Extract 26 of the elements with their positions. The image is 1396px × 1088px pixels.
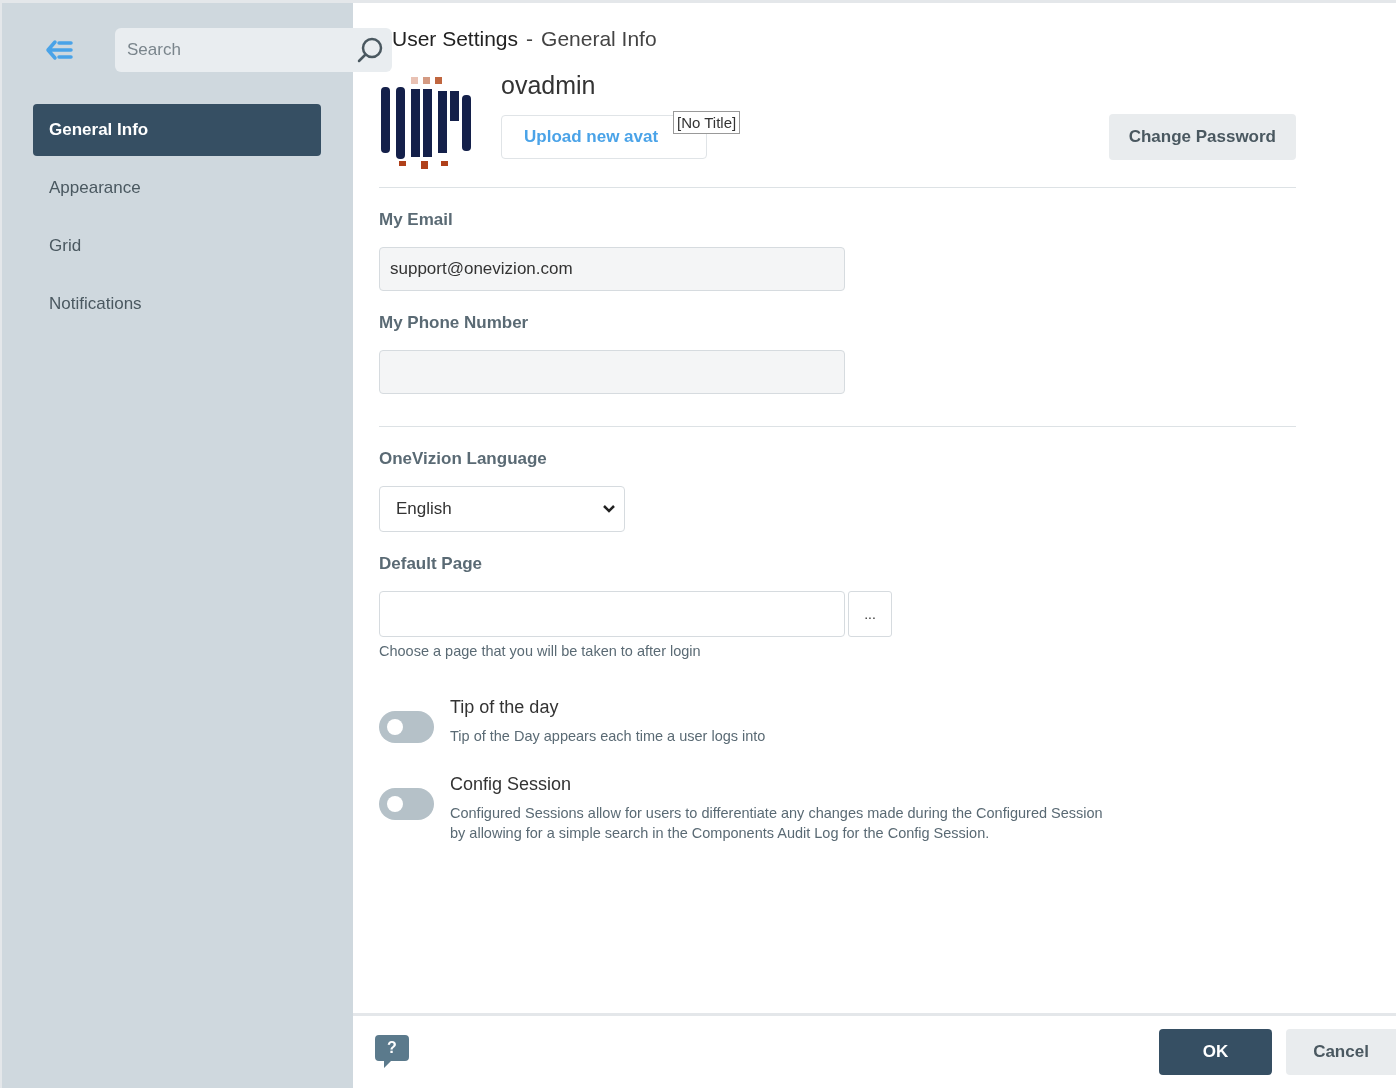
nav-item[interactable]: Notifications [33,278,321,330]
help-button[interactable]: ? [375,1035,409,1069]
title-separator: - [526,27,534,51]
toggle-description: Tip of the Day appears each time a user logs into [450,727,766,746]
browse-button[interactable]: ... [848,591,892,637]
tooltip: [No Title] [673,111,741,134]
change-password-button[interactable]: Change Password [1108,114,1296,160]
username: ovadmin [501,71,597,100]
field-label: OneVizion Language [379,449,548,469]
nav-item[interactable]: Appearance [33,162,321,214]
ok-button[interactable]: OK [1159,1029,1272,1075]
language-dropdown[interactable]: English [379,486,625,532]
search-field[interactable]: Search [115,28,392,72]
input-field[interactable]: support@onevizion.com [379,247,845,291]
page-subtitle: General Info [541,27,657,51]
toggle-label: Tip of the day [450,697,560,718]
nav-item[interactable]: General Info [33,104,321,156]
toggle-label: Config Session [450,774,573,795]
page-title: User Settings [392,27,519,51]
field-label: My Phone Number [379,313,530,333]
cancel-button[interactable]: Cancel [1286,1029,1396,1075]
toggle-description: Configured Sessions allow for users to differentiate any changes made during the Configured Session by allowing for a simple search in the Components Audit Log for the Config Session. [450,804,1103,843]
field-label: My Email [379,210,454,230]
field-label: Default Page [379,554,483,574]
nav-item[interactable]: Grid [33,220,321,272]
field-hint: Choose a page that you will be taken to after login [379,643,702,659]
